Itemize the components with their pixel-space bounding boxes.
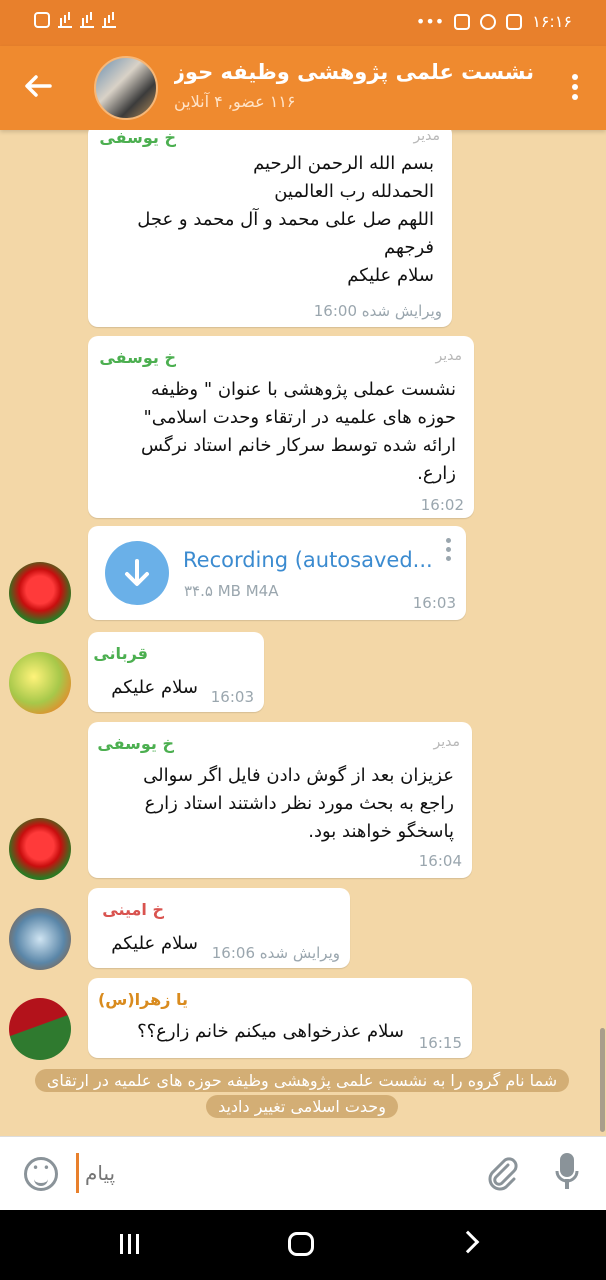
recent-apps-icon[interactable]: [120, 1234, 144, 1254]
group-subtitle: ۱۱۶ عضو, ۴ آنلاین: [174, 92, 296, 111]
status-time: ۱۶:۱۶: [532, 12, 572, 31]
signal-icon: [58, 12, 72, 28]
avatar[interactable]: [9, 818, 71, 880]
message-bubble[interactable]: خ یوسفی مدیر بسم الله الرحمن الرحیم الحم…: [88, 130, 452, 327]
message-time: 16:03: [210, 688, 254, 706]
microphone-icon[interactable]: [554, 1153, 580, 1193]
chat-area[interactable]: خ یوسفی مدیر بسم الله الرحمن الرحیم الحم…: [0, 130, 606, 1136]
group-title[interactable]: نشست علمی پژوهشی وظیفه حوز...: [174, 60, 534, 84]
group-avatar[interactable]: [94, 56, 158, 120]
status-right: ••• ۱۶:۱۶: [416, 12, 572, 31]
gallery-icon: [506, 13, 523, 30]
message-time: 16:04: [418, 852, 462, 870]
message-bubble[interactable]: قربانی سلام علیکم 16:03: [88, 632, 264, 712]
avatar[interactable]: [9, 908, 71, 970]
message-bubble[interactable]: خ امینی سلام علیکم ویرایش شده 16:06: [88, 888, 350, 968]
browser-icon: [480, 13, 497, 30]
paperclip-icon[interactable]: [484, 1155, 518, 1191]
message-text: سلام علیکم: [111, 933, 198, 954]
message-bubble[interactable]: خ یوسفی مدیر نشست عملی پژوهشی با عنوان "…: [88, 336, 474, 518]
vertical-dots-icon[interactable]: [572, 74, 580, 104]
message-text: سلام عذرخواهی میکنم خانم زارع؟؟: [137, 1021, 404, 1042]
message-text: نشست عملی پژوهشی با عنوان " وظیفه حوزه ه…: [141, 379, 456, 484]
sender-name[interactable]: خ یوسفی: [97, 734, 174, 753]
role-badge: مدیر: [435, 348, 462, 364]
download-icon[interactable]: [105, 541, 169, 605]
avatar[interactable]: [9, 562, 71, 624]
message-bubble[interactable]: خ یوسفی مدیر عزیزان بعد از گوش دادن فایل…: [88, 722, 472, 878]
role-badge: مدیر: [413, 130, 440, 144]
role-badge: مدیر: [433, 734, 460, 750]
sender-name[interactable]: قربانی: [93, 644, 148, 663]
sender-name[interactable]: خ امینی: [102, 900, 164, 919]
message-time: ویرایش شده 16:06: [211, 944, 340, 962]
signal-icon-2: [80, 12, 94, 28]
file-name[interactable]: Recording (autosaved...: [183, 548, 433, 572]
arrow-left-icon[interactable]: [22, 70, 58, 106]
message-time: 16:15: [418, 1034, 462, 1052]
message-time: 16:03: [412, 594, 456, 612]
scrollbar[interactable]: [600, 1028, 605, 1132]
status-dots: •••: [415, 12, 445, 31]
status-left: [34, 12, 116, 28]
instagram-icon: [454, 13, 471, 30]
message-input[interactable]: [76, 1153, 456, 1193]
sender-name[interactable]: خ یوسفی: [99, 348, 176, 367]
message-time: 16:02: [420, 496, 464, 514]
message-text: عزیزان بعد از گوش دادن فایل اگر سوالی را…: [143, 765, 454, 842]
emoji-icon[interactable]: [24, 1157, 58, 1191]
file-meta: ۳۴.۵ MB M4A: [184, 582, 279, 600]
avatar[interactable]: [9, 652, 71, 714]
message-input-bar: [0, 1136, 606, 1210]
file-message-bubble[interactable]: Recording (autosaved... ۳۴.۵ MB M4A 16:0…: [88, 526, 466, 620]
status-bar: ••• ۱۶:۱۶: [0, 0, 606, 46]
sender-name[interactable]: یا زهرا(س): [98, 990, 188, 1009]
sender-name[interactable]: خ یوسفی: [99, 130, 176, 147]
service-message: شما نام گروه را به نشست علمی پژوهشی وظیف…: [32, 1068, 572, 1120]
signal-icon-3: [102, 12, 116, 28]
back-chevron-icon[interactable]: [456, 1230, 480, 1254]
message-time: ویرایش شده 16:00: [313, 302, 442, 320]
avatar[interactable]: [9, 998, 71, 1060]
file-menu-icon[interactable]: [446, 538, 451, 565]
chat-header: نشست علمی پژوهشی وظیفه حوز... ۱۱۶ عضو, ۴…: [0, 46, 606, 130]
message-text: سلام علیکم: [111, 677, 198, 698]
home-icon[interactable]: [288, 1232, 314, 1256]
sim-icon: [34, 12, 50, 28]
message-text: بسم الله الرحمن الرحیم الحمدلله رب العال…: [137, 153, 434, 286]
system-nav-bar: [0, 1210, 606, 1280]
message-bubble[interactable]: یا زهرا(س) سلام عذرخواهی میکنم خانم زارع…: [88, 978, 472, 1058]
